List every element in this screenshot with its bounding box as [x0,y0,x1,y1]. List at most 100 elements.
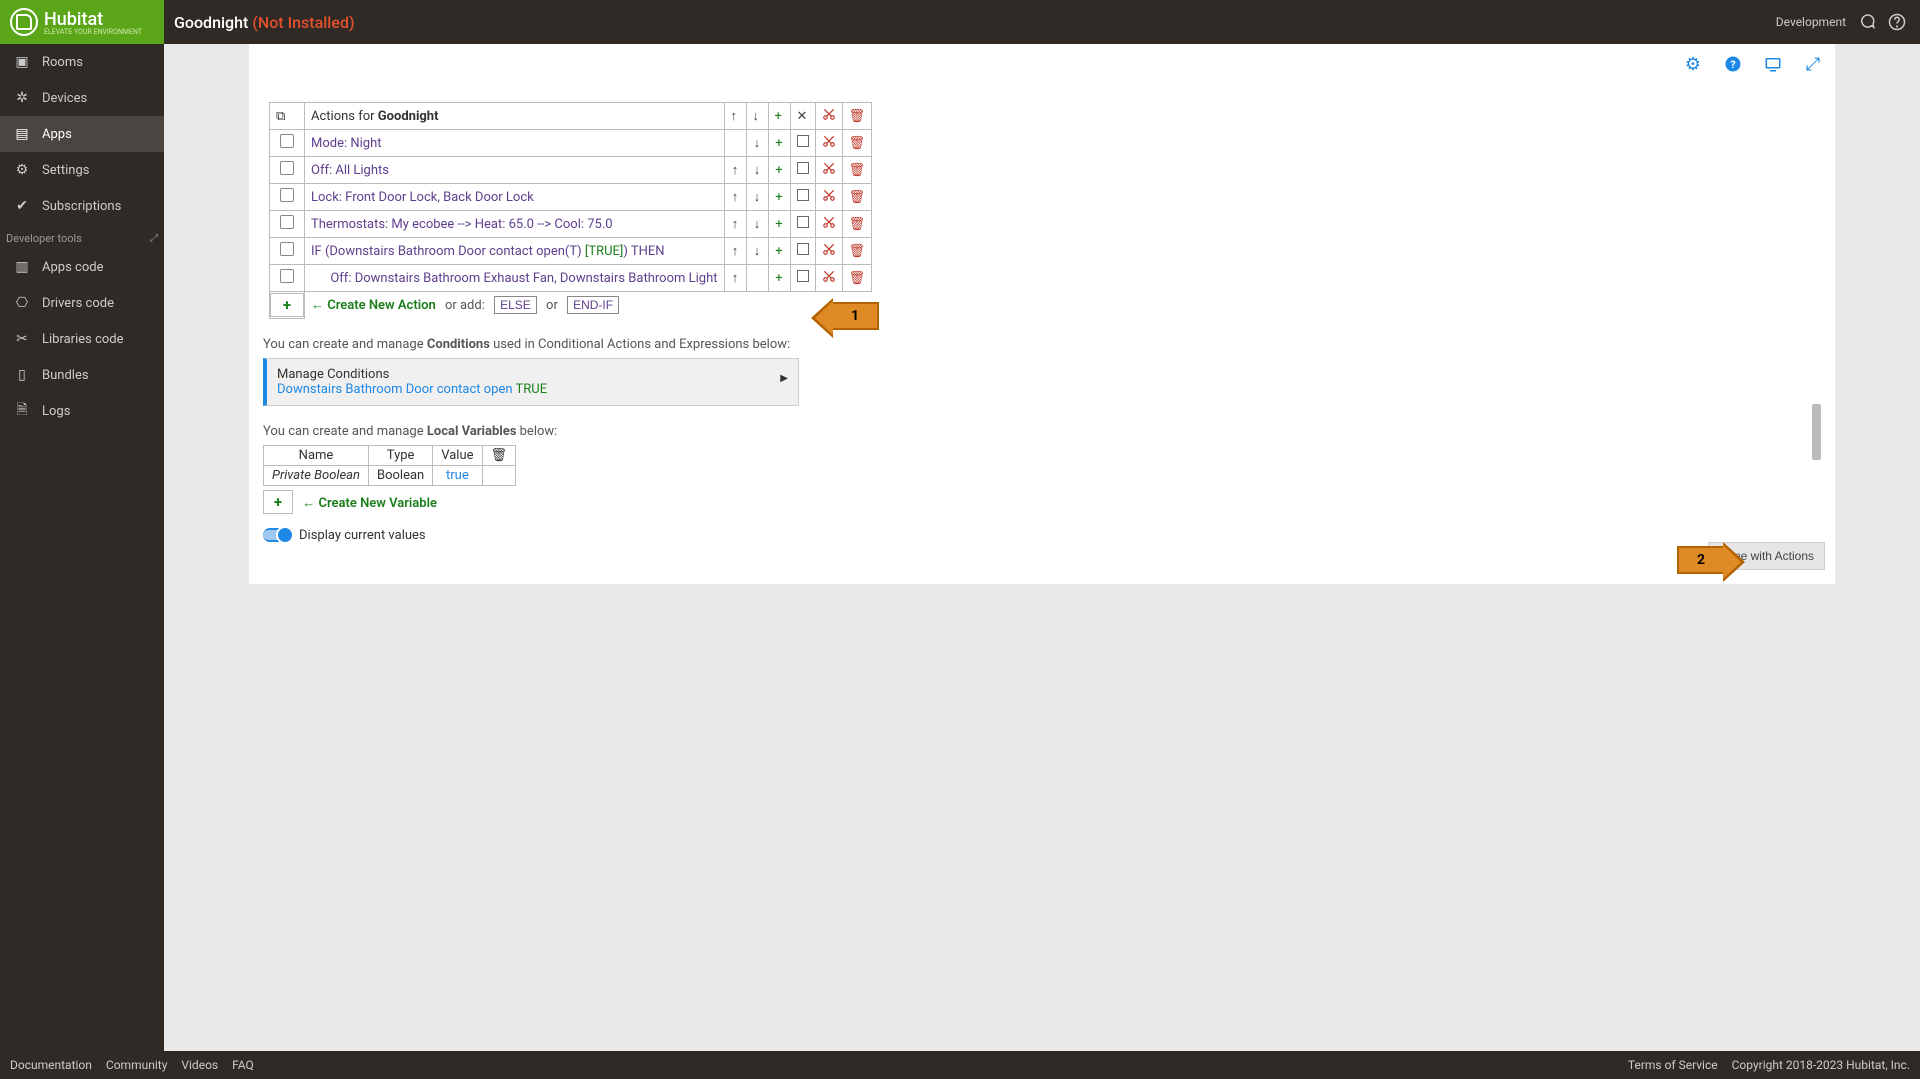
sidebar-item-label: Libraries code [42,332,124,347]
action-text[interactable]: Off: All Lights [305,157,725,184]
sidebar-item-bundles[interactable]: ▯Bundles [0,357,164,393]
sidebar-item-label: Drivers code [42,296,114,311]
move-down-all[interactable]: ↓ [746,103,768,130]
cut-icon[interactable] [815,130,842,157]
move-down-icon[interactable]: ↓ [746,238,768,265]
sidebar-item-label: Apps code [42,260,103,275]
move-down-icon[interactable]: ↓ [746,184,768,211]
add-icon[interactable]: + [768,157,790,184]
scrollbar-handle[interactable] [1812,404,1821,460]
add-all[interactable]: + [768,103,790,130]
sidebar-item-drivers-code[interactable]: ⎔Drivers code [0,285,164,321]
var-value[interactable]: true [433,465,482,485]
sidebar-item-apps[interactable]: ▤Apps [0,116,164,152]
move-up-icon [724,130,746,157]
stop-icon[interactable] [790,265,815,292]
stop-icon[interactable] [790,157,815,184]
move-down-icon[interactable]: ↓ [746,211,768,238]
add-icon[interactable]: + [768,184,790,211]
delete-icon[interactable]: 🗑 [842,130,872,157]
sidebar-item-settings[interactable]: ⚙Settings [0,152,164,188]
var-type: Boolean [369,465,433,485]
stop-icon[interactable] [790,184,815,211]
sidebar-item-subscriptions[interactable]: ✔Subscriptions [0,188,164,224]
add-icon[interactable]: + [768,130,790,157]
create-variable-link[interactable]: ← Create New Variable [302,496,437,511]
row-checkbox[interactable] [280,134,294,148]
chat-icon[interactable] [1858,13,1876,31]
dev-tools-header[interactable]: Developer tools ⤢ [0,224,164,249]
stop-icon[interactable] [790,130,815,157]
action-text[interactable]: Off: Downstairs Bathroom Exhaust Fan, Do… [305,265,725,292]
else-button[interactable]: ELSE [494,296,537,314]
settings-icon: ⚙ [12,161,32,179]
delete-icon[interactable]: 🗑 [842,184,872,211]
delete-icon[interactable]: 🗑 [842,265,872,292]
add-icon[interactable]: + [768,238,790,265]
action-text[interactable]: IF (Downstairs Bathroom Door contact ope… [305,238,725,265]
add-action-button[interactable]: + [270,293,304,317]
gear-icon[interactable]: ⚙ [1683,54,1703,74]
add-icon[interactable]: + [768,265,790,292]
create-action-link[interactable]: ← Create New Action [311,298,436,313]
logo[interactable]: Hubitat ELEVATE YOUR ENVIRONMENT [0,0,164,44]
sidebar-item-libraries-code[interactable]: ✂Libraries code [0,321,164,357]
row-checkbox[interactable] [280,242,294,256]
help-circle-icon[interactable]: ? [1723,54,1743,74]
move-up-icon[interactable]: ↑ [724,238,746,265]
row-checkbox[interactable] [280,188,294,202]
install-status: (Not Installed) [252,13,354,32]
collapse-icon[interactable]: ⤢ [150,233,158,244]
brand-name: Hubitat [44,9,142,30]
delete-icon[interactable]: 🗑 [842,211,872,238]
move-up-icon[interactable]: ↑ [724,157,746,184]
action-text[interactable]: Mode: Night [305,130,725,157]
footer-link-community[interactable]: Community [106,1058,167,1072]
cut-all[interactable] [815,103,842,130]
add-icon[interactable]: + [768,211,790,238]
display-values-label: Display current values [299,528,426,543]
move-up-all[interactable]: ↑ [724,103,746,130]
sidebar-item-devices[interactable]: ✲Devices [0,80,164,116]
close-all[interactable]: ✕ [790,103,815,130]
cut-icon[interactable] [815,157,842,184]
move-up-icon[interactable]: ↑ [724,211,746,238]
cut-icon[interactable] [815,265,842,292]
sidebar-item-apps-code[interactable]: ▥Apps code [0,249,164,285]
display-values-toggle[interactable] [263,528,291,542]
move-up-icon[interactable]: ↑ [724,265,746,292]
env-label: Development [1776,15,1846,29]
row-checkbox[interactable] [280,269,294,283]
delete-icon[interactable]: 🗑 [842,157,872,184]
stop-icon[interactable] [790,238,815,265]
add-variable-button[interactable]: + [263,490,293,514]
move-up-icon[interactable]: ↑ [724,184,746,211]
expand-icon[interactable]: ⤢ [1803,54,1823,74]
help-icon[interactable] [1888,13,1906,31]
move-down-icon[interactable]: ↓ [746,130,768,157]
row-checkbox[interactable] [280,215,294,229]
cut-icon[interactable] [815,184,842,211]
variables-table: Name Type Value 🗑 Private Boolean Boolea… [263,445,516,486]
var-delete-header[interactable]: 🗑 [482,445,516,465]
delete-all[interactable]: 🗑 [842,103,872,130]
action-text[interactable]: Lock: Front Door Lock, Back Door Lock [305,184,725,211]
cut-icon[interactable] [815,238,842,265]
sidebar-item-rooms[interactable]: ▣Rooms [0,44,164,80]
footer-link-documentation[interactable]: Documentation [10,1058,92,1072]
var-delete-cell[interactable] [482,465,516,485]
move-down-icon[interactable]: ↓ [746,157,768,184]
tos-link[interactable]: Terms of Service [1628,1058,1718,1072]
row-checkbox[interactable] [280,161,294,175]
delete-icon[interactable]: 🗑 [842,238,872,265]
action-text[interactable]: Thermostats: My ecobee --> Heat: 65.0 --… [305,211,725,238]
sidebar-item-logs[interactable]: 🗎Logs [0,393,164,429]
footer-link-videos[interactable]: Videos [181,1058,218,1072]
stop-icon[interactable] [790,211,815,238]
screen-icon[interactable] [1763,54,1783,74]
manage-conditions-box[interactable]: Manage Conditions Downstairs Bathroom Do… [263,358,799,406]
copy-all-icon[interactable]: ⧉ [276,109,285,124]
endif-button[interactable]: END-IF [567,296,619,314]
footer-link-faq[interactable]: FAQ [232,1058,254,1072]
cut-icon[interactable] [815,211,842,238]
